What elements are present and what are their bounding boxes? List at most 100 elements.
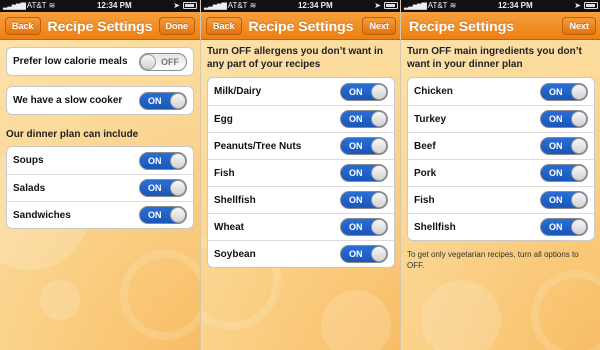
allergen-row: Wheat ON (208, 213, 394, 240)
row-label: Shellfish (214, 194, 256, 206)
toggle-state: ON (349, 195, 363, 205)
toggle-state: OFF (161, 56, 179, 67)
status-bar: ▂▃▅▆▇ AT&T ≋ 12:34 PM ➤ (0, 0, 200, 12)
toggle-knob (571, 111, 587, 127)
row-label: Shellfish (414, 221, 456, 233)
milk-dairy-toggle[interactable]: ON (340, 82, 388, 101)
toggle-knob (140, 53, 156, 70)
settings-group-slow-cooker: We have a slow cooker ON (6, 86, 194, 115)
toggle-knob (371, 192, 387, 208)
beef-toggle[interactable]: ON (540, 137, 588, 155)
row-label: Sandwiches (13, 209, 71, 221)
ingredient-row: Turkey ON (408, 105, 594, 132)
toggle-state: ON (549, 168, 563, 178)
allergen-row: Shellfish ON (208, 186, 394, 213)
next-button[interactable]: Next (562, 17, 596, 35)
toggle-state: ON (349, 168, 363, 178)
toggle-knob (571, 83, 587, 100)
toggle-state: ON (148, 183, 162, 193)
low-calorie-toggle[interactable]: OFF (139, 52, 187, 71)
ingredient-row: Shellfish ON (408, 213, 594, 240)
toggle-state: ON (349, 222, 363, 232)
settings-row: Sandwiches ON (7, 201, 193, 228)
done-button[interactable]: Done (158, 17, 195, 35)
soups-toggle[interactable]: ON (139, 151, 187, 170)
toggle-state: ON (349, 86, 363, 97)
section-header: Turn OFF allergens you don’t want in any… (207, 46, 383, 70)
row-label: We have a slow cooker (13, 95, 123, 106)
screen-recipe-settings-ingredients: ▂▃▅▆▇ AT&T ≋ 12:34 PM ➤ Recipe Settings … (400, 0, 600, 350)
row-label: Wheat (214, 221, 244, 233)
signal-icon: ▂▃▅▆▇ (404, 2, 427, 10)
signal-icon: ▂▃▅▆▇ (3, 2, 26, 10)
background-ring (531, 270, 600, 350)
ingredients-group: Chicken ON Turkey ON Beef ON Pork ON Fis… (407, 77, 595, 241)
section-header: Our dinner plan can include (6, 129, 139, 140)
sandwiches-toggle[interactable]: ON (139, 206, 187, 224)
row-label: Chicken (414, 86, 453, 97)
settings-group-calories: Prefer low calorie meals OFF (6, 47, 194, 76)
screen-recipe-settings-allergens: ▂▃▅▆▇ AT&T ≋ 12:34 PM ➤ Back Recipe Sett… (200, 0, 400, 350)
page-title: Recipe Settings (47, 17, 153, 34)
egg-toggle[interactable]: ON (340, 110, 388, 128)
toggle-state: ON (549, 86, 563, 97)
page-title: Recipe Settings (409, 17, 515, 34)
row-label: Turkey (414, 113, 447, 125)
turkey-toggle[interactable]: ON (540, 110, 588, 128)
row-label: Pork (414, 167, 437, 179)
shellfish-toggle[interactable]: ON (540, 218, 588, 236)
ingredient-row: Fish ON (408, 186, 594, 213)
wheat-toggle[interactable]: ON (340, 218, 388, 236)
row-label: Fish (214, 167, 235, 179)
row-label: Prefer low calorie meals (13, 56, 128, 67)
location-icon: ➤ (173, 1, 181, 10)
salads-toggle[interactable]: ON (139, 179, 187, 197)
row-label: Milk/Dairy (214, 86, 262, 97)
wifi-icon: ≋ (249, 0, 257, 10)
back-button[interactable]: Back (206, 17, 242, 35)
page-title: Recipe Settings (248, 17, 354, 34)
slow-cooker-toggle[interactable]: ON (139, 91, 187, 110)
toggle-state: ON (549, 114, 563, 124)
battery-icon (584, 2, 598, 10)
toggle-knob (571, 192, 587, 208)
battery-icon (384, 2, 398, 10)
background-bubble (421, 280, 501, 350)
background-bubble (321, 290, 391, 350)
ingredient-row: Chicken ON (408, 78, 594, 105)
shellfish-toggle[interactable]: ON (340, 191, 388, 209)
carrier-label: AT&T (227, 0, 248, 10)
back-button[interactable]: Back (5, 17, 41, 35)
chicken-toggle[interactable]: ON (540, 82, 588, 101)
fish-toggle[interactable]: ON (540, 191, 588, 209)
allergen-row: Egg ON (208, 105, 394, 132)
row-label: Fish (414, 194, 435, 206)
toggle-knob (371, 219, 387, 235)
battery-icon (183, 2, 197, 10)
toggle-state: ON (549, 141, 563, 151)
signal-icon: ▂▃▅▆▇ (204, 2, 227, 10)
toggle-state: ON (549, 195, 563, 205)
toggle-knob (571, 219, 587, 235)
next-button[interactable]: Next (362, 17, 396, 35)
toggle-state: ON (148, 210, 162, 220)
peanuts-tree-nuts-toggle[interactable]: ON (340, 137, 388, 155)
settings-row: Prefer low calorie meals OFF (7, 48, 193, 75)
carrier-label: AT&T (26, 0, 47, 10)
toggle-knob (170, 207, 186, 223)
toggle-state: ON (148, 155, 162, 166)
toggle-state: ON (549, 222, 563, 232)
allergen-row: Fish ON (208, 159, 394, 186)
vegetarian-note: To get only vegetarian recipes, turn all… (407, 250, 579, 270)
toggle-knob (371, 246, 387, 262)
status-time: 12:34 PM (497, 1, 533, 10)
row-label: Soups (13, 155, 44, 166)
location-icon: ➤ (574, 1, 582, 10)
row-label: Peanuts/Tree Nuts (214, 140, 302, 152)
soybean-toggle[interactable]: ON (340, 245, 388, 263)
settings-row: Soups ON (7, 147, 193, 174)
pork-toggle[interactable]: ON (540, 164, 588, 182)
allergen-row: Soybean ON (208, 240, 394, 267)
fish-toggle[interactable]: ON (340, 164, 388, 182)
toggle-knob (170, 92, 186, 109)
